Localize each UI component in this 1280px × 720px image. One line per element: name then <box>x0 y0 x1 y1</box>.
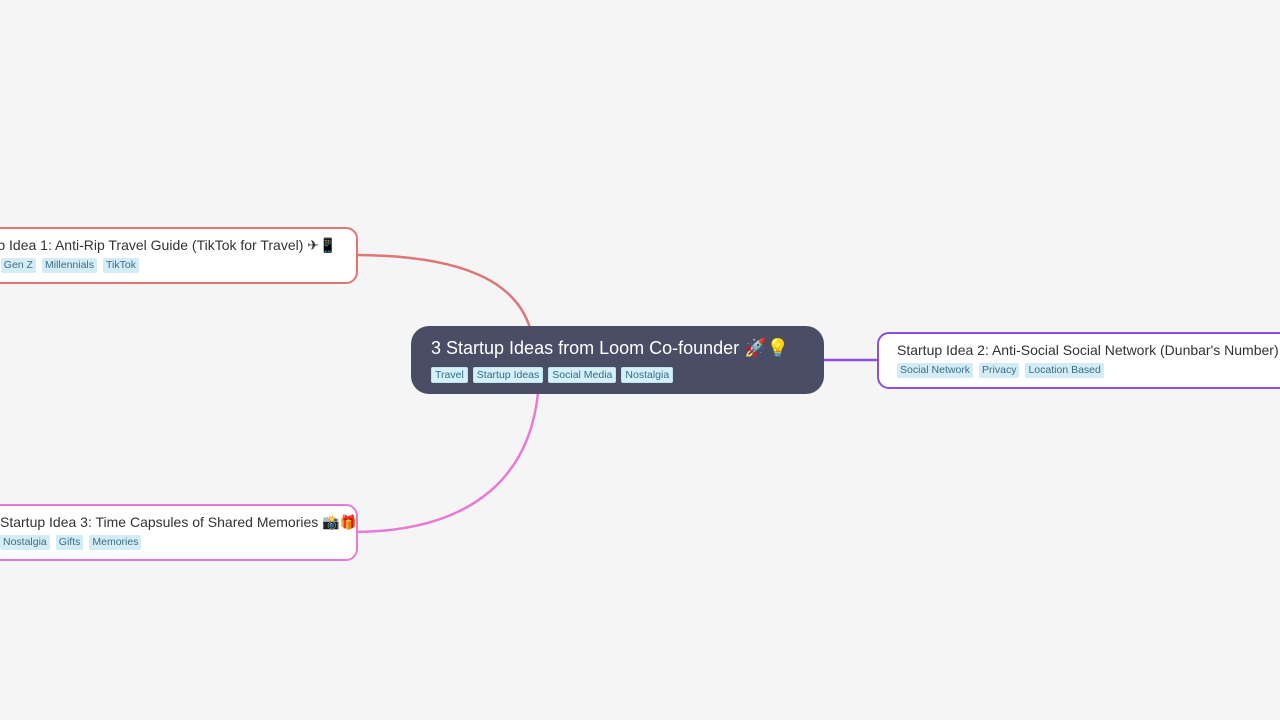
tag[interactable]: Startup Ideas <box>472 367 544 383</box>
tag[interactable]: Memories <box>89 535 142 550</box>
tag[interactable]: Millennials <box>41 258 98 273</box>
node-tags: Social Network Privacy Location Based <box>897 363 1280 378</box>
tag[interactable]: TikTok <box>103 258 139 273</box>
connector-idea3 <box>357 392 540 534</box>
tag[interactable]: Nostalgia <box>621 367 674 383</box>
connector-idea1 <box>357 253 532 329</box>
node-title: Startup Idea 2: Anti-Social Social Netwo… <box>897 342 1280 358</box>
branch-node-idea3[interactable]: Startup Idea 3: Time Capsules of Shared … <box>0 504 358 561</box>
tag[interactable]: Gen Z <box>0 258 36 273</box>
root-node[interactable]: 3 Startup Ideas from Loom Co-founder 🚀💡 … <box>411 326 824 394</box>
tag[interactable]: Privacy <box>979 363 1020 378</box>
branch-node-idea2[interactable]: Startup Idea 2: Anti-Social Social Netwo… <box>877 332 1280 389</box>
node-title: Startup Idea 3: Time Capsules of Shared … <box>0 514 358 530</box>
node-title: Startup Idea 1: Anti-Rip Travel Guide (T… <box>0 237 337 253</box>
root-tags: Travel Startup Ideas Social Media Nostal… <box>431 367 804 383</box>
branch-node-idea1[interactable]: Startup Idea 1: Anti-Rip Travel Guide (T… <box>0 227 358 284</box>
node-tags: Nostalgia Gifts Memories <box>0 535 338 550</box>
tag[interactable]: Location Based <box>1025 363 1104 378</box>
tag[interactable]: Social Network <box>897 363 974 378</box>
tag[interactable]: Nostalgia <box>0 535 50 550</box>
tag[interactable]: Gifts <box>55 535 84 550</box>
mindmap-canvas[interactable]: Startup Idea 1: Anti-Rip Travel Guide (T… <box>0 0 1280 720</box>
root-title: 3 Startup Ideas from Loom Co-founder 🚀💡 <box>431 338 789 358</box>
tag[interactable]: Travel <box>431 367 468 383</box>
tag[interactable]: Social Media <box>548 367 617 383</box>
node-tags: Travel Gen Z Millennials TikTok <box>0 258 338 273</box>
